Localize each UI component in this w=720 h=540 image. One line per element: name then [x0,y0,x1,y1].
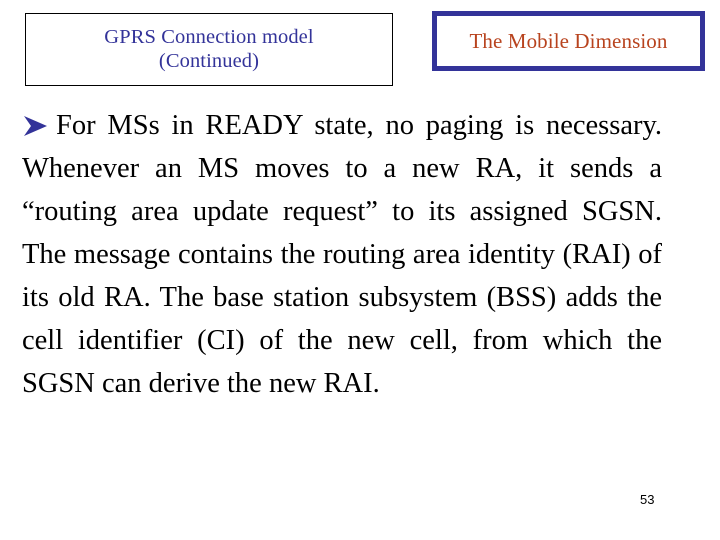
slide-body: For MSs in READY state, no paging is nec… [22,104,662,405]
section-banner-box: The Mobile Dimension [432,11,705,71]
arrow-right-bullet-icon [22,115,48,137]
slide-title-line-1: GPRS Connection model [104,25,314,48]
bullet-paragraph-text: For MSs in READY state, no paging is nec… [22,110,662,399]
slide-title-line-2: (Continued) [158,49,260,72]
slide-canvas: GPRS Connection model (Continued) The Mo… [0,0,720,540]
bullet-paragraph: For MSs in READY state, no paging is nec… [22,104,662,405]
slide-title-box: GPRS Connection model (Continued) [25,13,393,86]
page-number: 53 [640,492,655,507]
section-banner-label: The Mobile Dimension [469,28,668,53]
